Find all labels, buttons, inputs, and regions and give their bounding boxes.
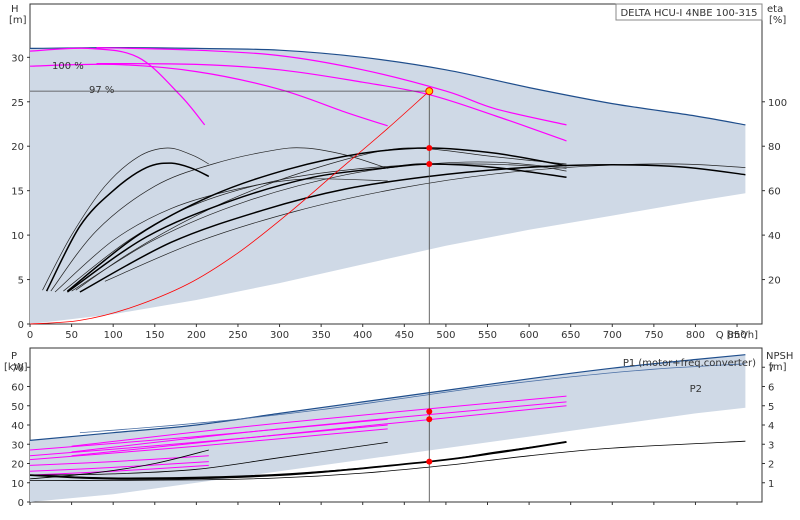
head-marker-1 xyxy=(426,161,433,167)
annotation-100: 100 % xyxy=(52,61,84,72)
p-tick-label-0: 0 xyxy=(18,498,24,509)
y2-tick-label-4: 100 xyxy=(768,98,787,109)
y-tick-label-5: 25 xyxy=(11,98,24,109)
head-chart: 100 %97 %0 50 100 150 200 250 300 350 400 450 500 5… xyxy=(9,3,787,341)
x-tick-label-7: 350 xyxy=(312,330,331,341)
npsh-tick-label-5: 6 xyxy=(768,383,774,394)
power-chart: 010203040506070P[kW]1234567NPSH[m]P1 (mo… xyxy=(4,347,793,509)
y2-tick-label-0: 20 xyxy=(768,276,781,287)
y-tick-label-6: 30 xyxy=(11,53,24,64)
x-tick-label-1: 50 xyxy=(65,330,78,341)
x-tick-label-9: 450 xyxy=(395,330,414,341)
y2-axis-unit-top: [%] xyxy=(769,15,786,26)
x-tick-label-14: 700 xyxy=(603,330,622,341)
p-tick-label-5: 50 xyxy=(11,402,24,413)
power-marker-0 xyxy=(426,408,433,415)
pump-curve-chart: 100 % 97 % 0 50 100 150 200 250 300 350 400 450 500 5… xyxy=(0,0,800,520)
npsh-tick-label-4: 5 xyxy=(768,402,774,413)
x-axis-label: Q [m³/h] xyxy=(716,330,758,341)
p-axis-label: P xyxy=(11,351,17,362)
p-axis-unit: [kW] xyxy=(4,362,28,373)
npsh-axis-label: NPSH xyxy=(766,351,793,362)
y-axis-label-top: H xyxy=(11,4,19,15)
y2-tick-label-1: 40 xyxy=(768,231,781,242)
x-tick-label-15: 750 xyxy=(644,330,663,341)
x-tick-label-5: 250 xyxy=(228,330,247,341)
chart-svg: 100 %97 %0 50 100 150 200 250 300 350 400 450 500 5… xyxy=(4,3,793,509)
p-tick-label-6: 60 xyxy=(11,383,24,394)
npsh-tick-label-0: 1 xyxy=(768,479,774,490)
npsh-tick-label-3: 4 xyxy=(768,421,774,432)
x-tick-label-11: 550 xyxy=(478,330,497,341)
x-tick-label-10: 500 xyxy=(436,330,455,341)
npsh-axis-unit: [m] xyxy=(769,362,787,373)
y2-tick-label-2: 60 xyxy=(768,187,781,198)
legend-P1: P1 (motor+freq.converter) xyxy=(623,358,756,369)
p-tick-label-2: 20 xyxy=(11,460,24,471)
x-tick-label-3: 150 xyxy=(145,330,164,341)
x-tick-label-0: 0 xyxy=(27,330,33,341)
x-tick-label-12: 600 xyxy=(520,330,539,341)
y-tick-label-3: 15 xyxy=(11,187,24,198)
power-marker-1 xyxy=(426,416,433,423)
x-tick-label-13: 650 xyxy=(561,330,580,341)
p-tick-label-3: 30 xyxy=(11,440,24,451)
chart-title: DELTA HCU-I 4NBE 100-315 xyxy=(620,8,757,19)
p-tick-label-4: 40 xyxy=(11,421,24,432)
x-tick-label-2: 100 xyxy=(104,330,123,341)
legend-P2: P2 xyxy=(690,384,702,395)
x-tick-label-16: 800 xyxy=(686,330,705,341)
x-tick-label-6: 300 xyxy=(270,330,289,341)
y-tick-label-1: 5 xyxy=(18,276,24,287)
y-axis-unit-top: [m] xyxy=(9,15,27,26)
y2-tick-label-3: 80 xyxy=(768,142,781,153)
y-tick-label-2: 10 xyxy=(11,231,24,242)
power-marker-2 xyxy=(426,458,433,465)
npsh-tick-label-1: 2 xyxy=(768,460,774,471)
x-tick-label-8: 400 xyxy=(353,330,372,341)
y-tick-label-0: 0 xyxy=(18,320,24,331)
y-tick-label-4: 20 xyxy=(11,142,24,153)
y2-axis-label-top: eta xyxy=(767,4,783,15)
npsh-tick-label-2: 3 xyxy=(768,440,774,451)
operating-point xyxy=(425,87,434,96)
x-tick-label-4: 200 xyxy=(187,330,206,341)
head-marker-0 xyxy=(426,145,433,151)
annotation-97: 97 % xyxy=(89,85,114,96)
p-tick-label-1: 10 xyxy=(11,479,24,490)
